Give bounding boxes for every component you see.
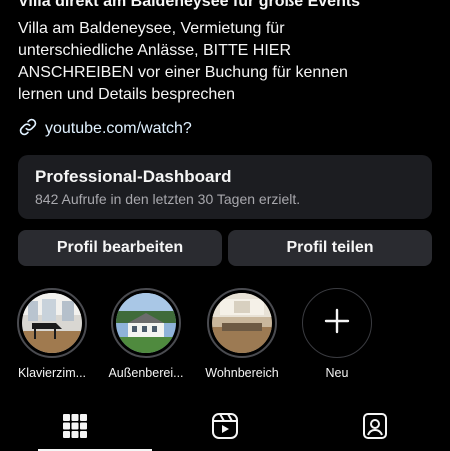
- highlight-label: Außenberei...: [108, 366, 184, 380]
- new-highlight-button[interactable]: Neu: [299, 288, 375, 380]
- dashboard-subtitle: 842 Aufrufe in den letzten 30 Tagen erzi…: [35, 191, 301, 207]
- highlight-ring: [17, 288, 87, 358]
- highlight-label: Neu: [325, 366, 349, 380]
- highlight-item[interactable]: Klavierzim...: [14, 288, 90, 380]
- reels-icon: [211, 412, 239, 445]
- tab-posts-grid[interactable]: [60, 413, 90, 443]
- bio-line: Villa am Baldeneysee, Vermietung für: [18, 20, 285, 37]
- grid-icon: [62, 413, 88, 444]
- highlight-label: Klavierzim...: [17, 366, 87, 380]
- profile-title: Villa direkt am Baldeneysee für große Ev…: [18, 0, 361, 10]
- tab-reels[interactable]: [210, 412, 240, 445]
- highlight-cover-image: [22, 293, 82, 353]
- highlight-cover-image: [116, 293, 176, 353]
- profile-tabbar: [0, 405, 450, 451]
- plus-icon: [323, 307, 351, 340]
- tab-tagged[interactable]: [360, 412, 390, 445]
- edit-profile-button[interactable]: Profil bearbeiten: [18, 230, 222, 266]
- highlight-label: Wohnbereich: [205, 366, 279, 380]
- share-profile-button[interactable]: Profil teilen: [228, 230, 432, 266]
- highlight-ring: [111, 288, 181, 358]
- bio-line: unterschiedliche Anlässe, BITTE HIER: [18, 42, 292, 59]
- bio-line: lernen und Details besprechen: [18, 86, 236, 103]
- new-highlight-ring: [302, 288, 372, 358]
- highlight-ring: [207, 288, 277, 358]
- highlight-item[interactable]: Wohnbereich: [204, 288, 280, 380]
- highlight-cover-image: [212, 293, 272, 353]
- dashboard-title: Professional-Dashboard: [35, 167, 232, 186]
- bio-line: ANSCHREIBEN vor einer Buchung für kennen: [18, 64, 348, 81]
- tagged-icon: [361, 412, 389, 445]
- link-text[interactable]: youtube.com/watch?: [45, 120, 192, 138]
- profile-link[interactable]: youtube.com/watch?: [18, 118, 192, 140]
- professional-dashboard[interactable]: Professional-Dashboard 842 Aufrufe in de…: [18, 155, 432, 219]
- highlight-item[interactable]: Außenberei...: [108, 288, 184, 380]
- link-icon: [18, 117, 45, 142]
- profile-bio: Villa am Baldeneysee, Vermietung für unt…: [18, 18, 438, 106]
